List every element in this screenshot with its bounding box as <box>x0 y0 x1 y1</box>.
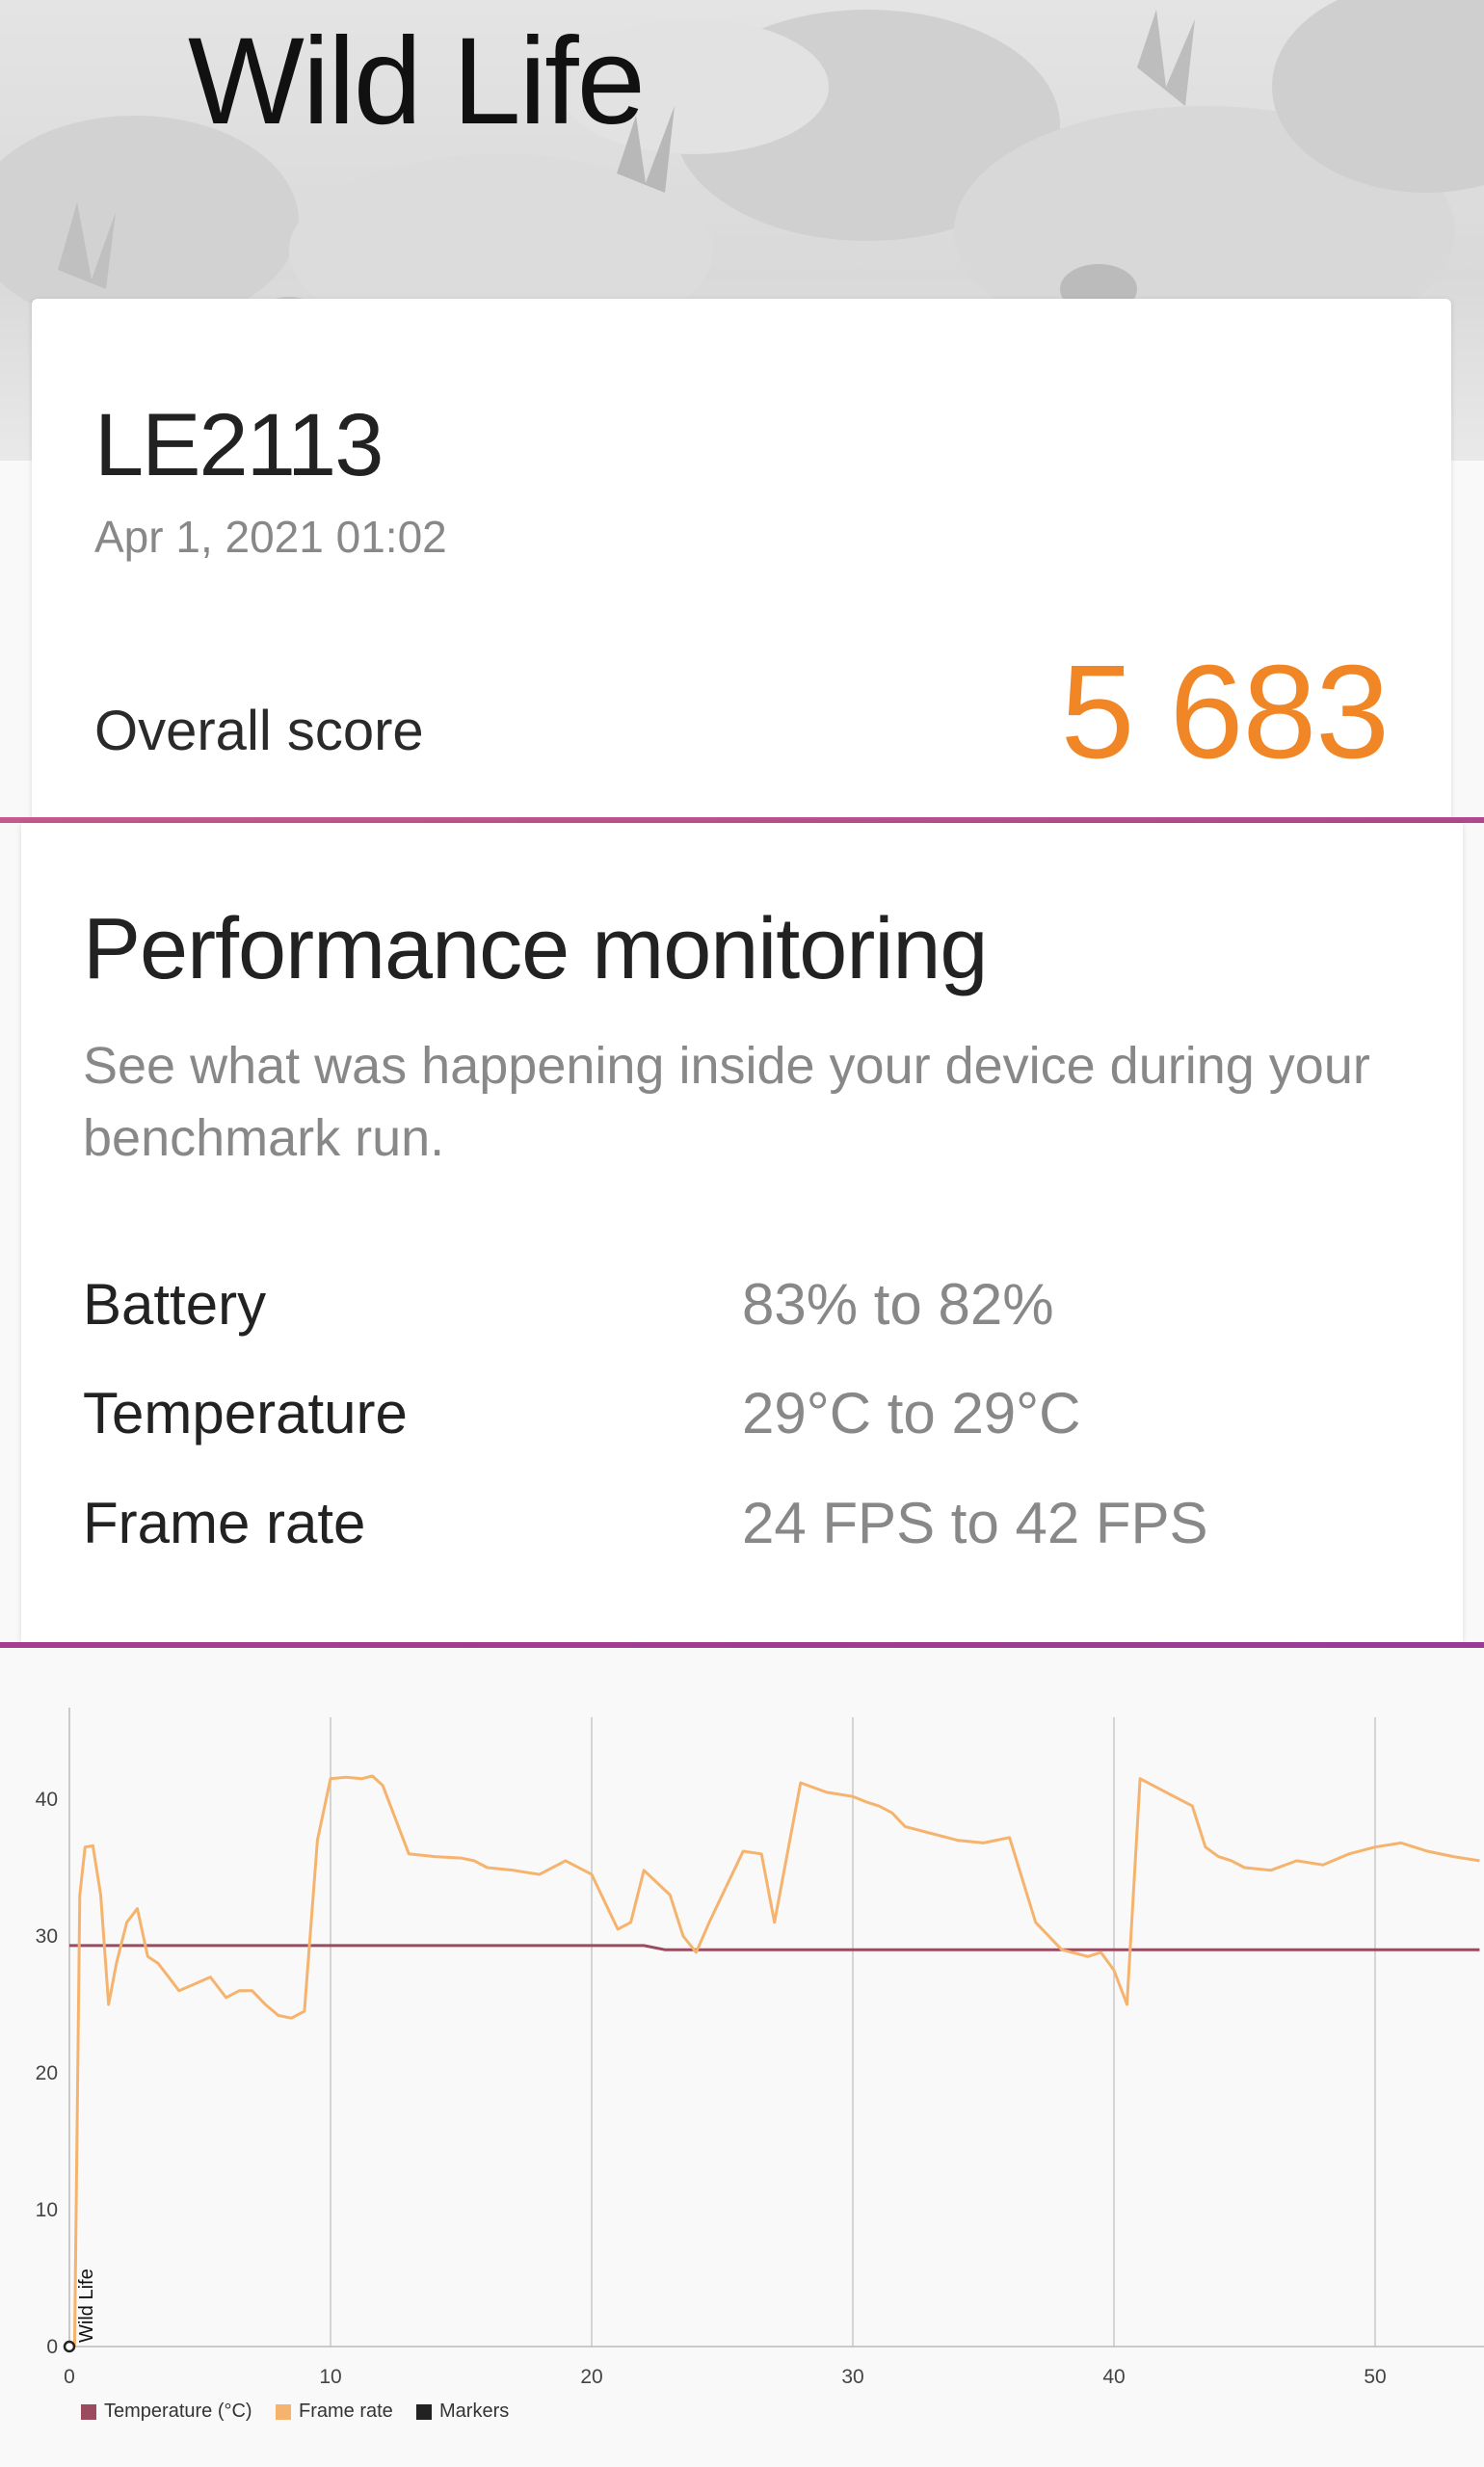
performance-card: Performance monitoring See what was happ… <box>21 823 1463 1642</box>
chart-legend: Temperature (°C) Frame rate Markers <box>0 2401 1484 2429</box>
legend-item-temperature: Temperature (°C) <box>81 2401 252 2423</box>
x-tick-label: 10 <box>319 2366 341 2388</box>
legend-label-temperature: Temperature (°C) <box>104 2401 252 2422</box>
legend-swatch-temperature <box>81 2403 96 2420</box>
score-label: Overall score <box>94 700 424 762</box>
marker-label: Wild Life <box>76 2268 97 2343</box>
frame-rate-series-line <box>72 1774 1480 2348</box>
marker-point <box>63 2340 76 2353</box>
stat-value-temperature: 29°C to 29°C <box>742 1381 1081 1446</box>
stat-label-battery: Battery <box>83 1272 267 1337</box>
y-tick-label: 40 <box>36 1789 58 1811</box>
performance-chart: 0 10 20 30 40 50 0 10 20 30 40 Wild Life <box>36 1708 1484 2388</box>
stat-value-battery: 83% to 82% <box>742 1272 1054 1337</box>
stat-label-temperature: Temperature <box>83 1381 408 1446</box>
stat-label-frame-rate: Frame rate <box>83 1491 366 1555</box>
performance-description: See what was happening inside your devic… <box>83 1037 1370 1167</box>
y-tick-label: 10 <box>36 2199 58 2221</box>
x-tick-label: 30 <box>841 2366 863 2388</box>
legend-label-markers: Markers <box>439 2401 510 2422</box>
run-date: Apr 1, 2021 01:02 <box>94 512 447 562</box>
y-tick-label: 30 <box>36 1925 58 1948</box>
benchmark-title: Wild Life <box>188 13 646 150</box>
y-tick-label: 20 <box>36 2062 58 2084</box>
legend-swatch-frame-rate <box>276 2403 291 2420</box>
legend-item-markers: Markers <box>416 2401 509 2423</box>
x-tick-label: 50 <box>1364 2366 1386 2388</box>
score-card: LE2113 Apr 1, 2021 01:02 Overall score 5… <box>32 299 1451 819</box>
legend-swatch-markers <box>416 2403 432 2420</box>
temperature-series-line <box>69 1944 1480 1951</box>
legend-label-frame-rate: Frame rate <box>299 2401 393 2422</box>
y-tick-label: 0 <box>46 2336 58 2358</box>
score-value: 5 683 <box>1060 638 1390 786</box>
device-name: LE2113 <box>94 396 384 494</box>
performance-title: Performance monitoring <box>83 901 988 997</box>
x-tick-label: 20 <box>580 2366 602 2388</box>
stat-value-frame-rate: 24 FPS to 42 FPS <box>742 1491 1208 1555</box>
x-tick-label: 40 <box>1102 2366 1125 2388</box>
x-tick-label: 0 <box>64 2366 75 2388</box>
legend-item-frame-rate: Frame rate <box>276 2401 393 2423</box>
